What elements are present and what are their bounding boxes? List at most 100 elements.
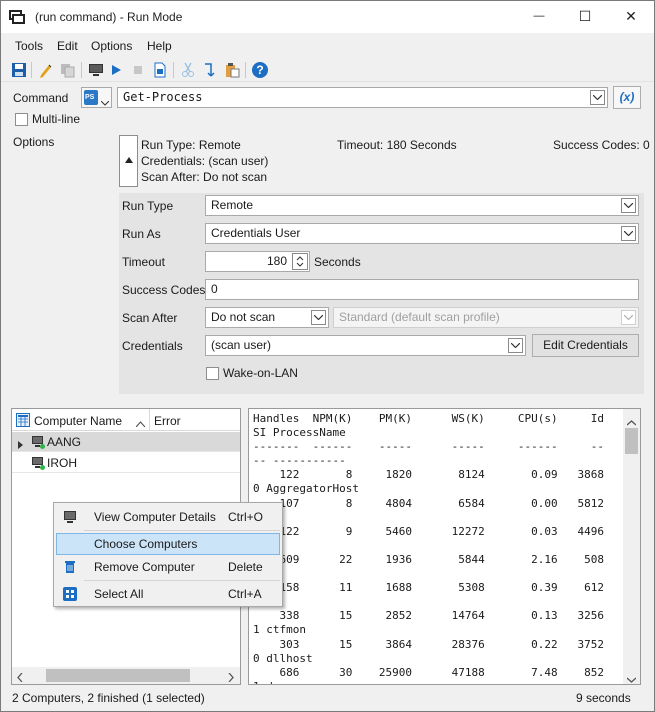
output-vertical-scrollbar[interactable] — [623, 409, 640, 684]
edit-credentials-button[interactable]: Edit Credentials — [532, 334, 639, 357]
run-type-value: Remote — [211, 198, 254, 212]
scroll-right-icon[interactable] — [228, 671, 234, 684]
grid-header: Computer Name Error — [12, 409, 240, 431]
stepper-buttons[interactable] — [292, 253, 308, 270]
timeout-value: 180 — [266, 254, 287, 268]
column-header-computer-name[interactable]: Computer Name — [34, 414, 122, 428]
title-bar[interactable]: (run command) - Run Mode — ☐ ✕ — [1, 1, 654, 33]
stop-icon[interactable] — [129, 61, 147, 79]
success-codes-label: Success Codes — [122, 283, 206, 297]
monitor-icon — [62, 509, 78, 525]
column-header-error[interactable]: Error — [154, 414, 181, 428]
menu-separator — [84, 580, 280, 581]
menu-edit[interactable]: Edit — [57, 39, 78, 53]
menu-item-label: View Computer Details — [94, 510, 216, 524]
options-label: Options — [13, 135, 55, 149]
up-down-icon — [296, 256, 304, 267]
success-codes-input[interactable]: 0 — [205, 279, 639, 300]
help-icon[interactable]: ? — [251, 61, 269, 79]
scrollbar-thumb[interactable] — [46, 669, 190, 682]
summary-success-codes: Success Codes: 0 — [553, 138, 650, 152]
output-text: Handles NPM(K) PM(K) WS(K) CPU(s) Id SI … — [253, 412, 604, 684]
menu-tools[interactable]: Tools — [15, 39, 43, 53]
menu-item-shortcut: Ctrl+A — [228, 587, 262, 601]
copy-icon[interactable] — [59, 61, 77, 79]
run-type-select[interactable]: Remote — [205, 195, 639, 216]
credentials-select[interactable]: (scan user) — [205, 335, 526, 356]
timeout-stepper[interactable]: 180 — [205, 251, 310, 272]
menu-help[interactable]: Help — [147, 39, 172, 53]
run-as-select[interactable]: Credentials User — [205, 223, 639, 244]
scan-profile-select: Standard (default scan profile) — [333, 307, 639, 328]
context-menu: View Computer Details Ctrl+O Choose Comp… — [53, 502, 283, 607]
options-collapse-button[interactable] — [119, 135, 138, 187]
export-icon[interactable] — [151, 61, 169, 79]
menu-separator — [84, 530, 280, 531]
wake-on-lan-label: Wake-on-LAN — [223, 366, 298, 380]
timeout-label: Timeout — [122, 255, 165, 269]
menu-item-select-all[interactable]: Select All Ctrl+A — [56, 583, 280, 605]
wake-on-lan-checkbox[interactable] — [206, 367, 219, 380]
multiline-checkbox[interactable] — [15, 113, 28, 126]
computer-name-cell: IROH — [47, 456, 77, 470]
select-all-icon — [62, 586, 78, 602]
menu-options[interactable]: Options — [91, 39, 132, 53]
scan-profile-value: Standard (default scan profile) — [339, 310, 500, 324]
table-row[interactable]: AANG — [12, 432, 240, 452]
table-row[interactable]: IROH — [12, 453, 240, 473]
command-label: Command — [13, 91, 69, 105]
status-bar: 2 Computers, 2 finished (1 selected) 9 s… — [1, 687, 654, 711]
elapsed-time: 9 seconds — [576, 691, 631, 705]
scroll-up-icon[interactable] — [626, 415, 637, 429]
multiline-label: Multi-line — [32, 112, 81, 126]
summary-run-type: Run Type: Remote — [141, 138, 241, 152]
sort-up-icon — [135, 416, 146, 430]
scroll-down-icon[interactable] — [626, 672, 637, 684]
scrollbar-thumb[interactable] — [625, 428, 638, 454]
trash-icon — [62, 559, 78, 575]
grid-horizontal-scrollbar[interactable] — [12, 667, 240, 684]
variable-button[interactable]: (x) — [613, 86, 641, 109]
computer-online-icon — [31, 456, 45, 473]
column-divider[interactable] — [149, 409, 150, 431]
minimize-button[interactable]: — — [516, 1, 562, 33]
save-icon[interactable] — [10, 61, 28, 79]
grid-options-icon[interactable] — [16, 413, 30, 427]
command-dropdown-button[interactable] — [590, 90, 605, 105]
menu-item-view-computer-details[interactable]: View Computer Details Ctrl+O — [56, 506, 280, 528]
menu-item-shortcut: Delete — [228, 560, 263, 574]
powershell-icon: PS — [84, 90, 98, 105]
credentials-label: Credentials — [122, 339, 183, 353]
svg-text:?: ? — [256, 63, 263, 77]
computer-online-icon — [31, 435, 45, 452]
chevron-down-icon — [621, 310, 636, 325]
menu-item-label: Choose Computers — [94, 537, 198, 551]
toolbar: ? — [1, 58, 654, 82]
cut-icon[interactable] — [179, 61, 197, 79]
menu-item-choose-computers[interactable]: Choose Computers — [56, 533, 280, 555]
play-icon[interactable] — [107, 61, 125, 79]
app-icon — [9, 10, 25, 24]
success-codes-value: 0 — [211, 282, 218, 296]
window-title: (run command) - Run Mode — [35, 10, 183, 24]
edit-icon[interactable] — [37, 61, 55, 79]
computer-icon[interactable] — [87, 61, 105, 79]
command-value: Get-Process — [123, 90, 203, 104]
run-as-label: Run As — [122, 227, 161, 241]
paste-icon[interactable] — [201, 61, 219, 79]
run-type-label: Run Type — [122, 199, 174, 213]
scroll-left-icon[interactable] — [17, 671, 23, 684]
timeout-unit: Seconds — [314, 255, 361, 269]
scan-after-select[interactable]: Do not scan — [205, 307, 329, 328]
menu-item-remove-computer[interactable]: Remove Computer Delete — [56, 556, 280, 578]
menu-bar: Tools Edit Options Help — [1, 35, 654, 57]
command-input[interactable]: Get-Process — [117, 87, 608, 108]
close-button[interactable]: ✕ — [608, 1, 654, 33]
maximize-button[interactable]: ☐ — [562, 1, 608, 33]
chevron-down-icon — [621, 198, 636, 213]
script-type-button[interactable]: PS — [81, 87, 112, 108]
computer-name-cell: AANG — [47, 435, 82, 449]
run-as-value: Credentials User — [211, 226, 301, 240]
clipboard-icon[interactable] — [223, 61, 241, 79]
output-pane[interactable]: Handles NPM(K) PM(K) WS(K) CPU(s) Id SI … — [248, 408, 641, 685]
